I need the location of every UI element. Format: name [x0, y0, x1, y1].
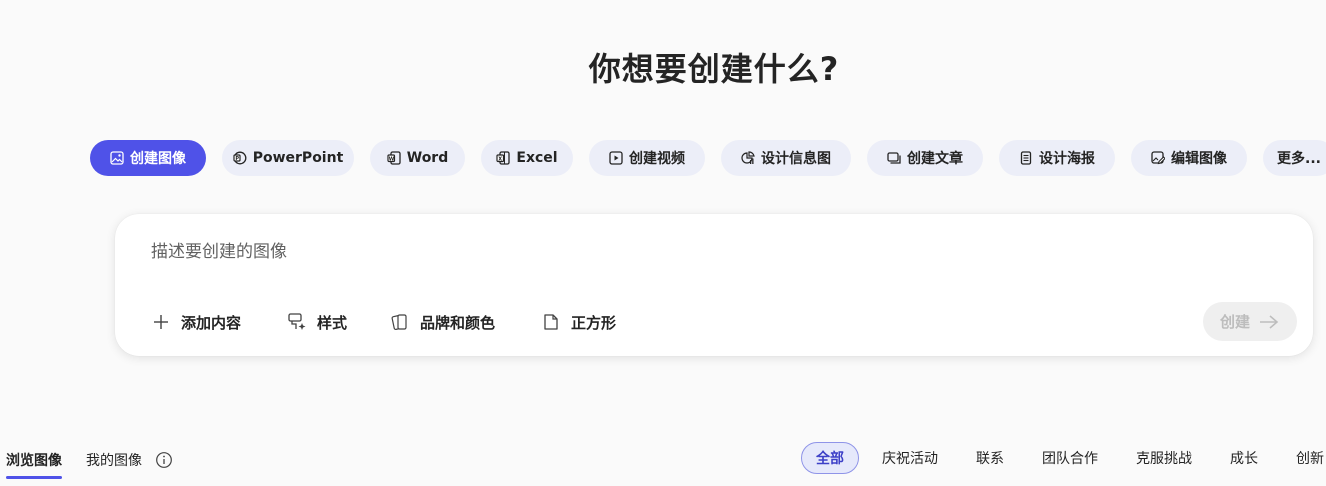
chip-create-image[interactable]: 创建图像 — [90, 140, 206, 176]
chip-label: 创建文章 — [907, 151, 963, 167]
excel-icon: X — [496, 151, 511, 165]
create-label: 创建 — [1219, 313, 1250, 331]
image-icon — [110, 151, 124, 165]
powerpoint-icon: P — [233, 151, 247, 165]
chip-design-poster[interactable]: 设计海报 — [999, 140, 1115, 176]
tool-label: 样式 — [317, 313, 348, 332]
chip-design-infographic[interactable]: 设计信息图 — [721, 140, 851, 176]
chip-excel[interactable]: X Excel — [481, 140, 573, 176]
filter-overcoming-challenges[interactable]: 克服挑战 — [1136, 442, 1192, 474]
create-button[interactable]: 创建 — [1203, 302, 1297, 341]
chip-create-video[interactable]: 创建视频 — [589, 140, 705, 176]
chip-label: 设计信息图 — [761, 151, 831, 167]
chip-label: PowerPoint — [252, 150, 344, 166]
category-filters: 全部 庆祝活动 联系 团队合作 克服挑战 成长 创新 — [0, 442, 1326, 474]
style-brush-icon — [287, 312, 307, 332]
filter-all[interactable]: 全部 — [801, 442, 859, 474]
style-button[interactable]: 样式 — [287, 310, 347, 334]
chip-label: Word — [406, 150, 449, 166]
chip-create-article[interactable]: 创建文章 — [867, 140, 983, 176]
tool-label: 品牌和颜色 — [420, 313, 496, 332]
chip-edit-image[interactable]: 编辑图像 — [1131, 140, 1247, 176]
word-icon: W — [387, 151, 401, 165]
svg-text:X: X — [499, 156, 503, 162]
article-icon — [887, 151, 901, 165]
poster-icon — [1019, 151, 1033, 165]
edit-image-icon — [1151, 151, 1165, 165]
filter-celebration[interactable]: 庆祝活动 — [882, 442, 938, 474]
chip-label: Excel — [516, 150, 558, 166]
filter-connection[interactable]: 联系 — [976, 442, 1004, 474]
add-content-button[interactable]: 添加内容 — [151, 310, 241, 334]
chip-word[interactable]: W Word — [370, 140, 465, 176]
infographic-icon — [741, 151, 755, 165]
tool-label: 正方形 — [571, 313, 617, 332]
chip-powerpoint[interactable]: P PowerPoint — [222, 140, 354, 176]
filter-growth[interactable]: 成长 — [1230, 442, 1258, 474]
chip-label: 设计海报 — [1039, 151, 1095, 167]
svg-text:W: W — [389, 156, 395, 162]
tool-label: 添加内容 — [181, 313, 242, 332]
active-tab-indicator — [6, 476, 62, 479]
prompt-composer: 添加内容 样式 品牌和颜色 正方形 创建 — [115, 214, 1313, 356]
filter-teamwork[interactable]: 团队合作 — [1042, 442, 1098, 474]
square-page-icon — [541, 312, 561, 332]
create-type-chips: 创建图像 P PowerPoint W Word X Excel 创建视频 设计… — [0, 140, 1326, 176]
plus-icon — [151, 312, 171, 332]
arrow-right-icon — [1258, 313, 1280, 331]
svg-text:P: P — [235, 156, 239, 162]
chip-label: 编辑图像 — [1171, 151, 1227, 167]
brand-colors-button[interactable]: 品牌和颜色 — [390, 310, 495, 334]
chip-more[interactable]: 更多... — [1263, 140, 1326, 176]
chip-label: 创建视频 — [629, 151, 685, 167]
page-title: 你想要创建什么? — [588, 50, 840, 88]
chip-label: 更多... — [1277, 151, 1321, 167]
video-icon — [609, 151, 623, 165]
aspect-ratio-button[interactable]: 正方形 — [541, 310, 616, 334]
filter-innovation[interactable]: 创新 — [1296, 442, 1324, 474]
prompt-input[interactable] — [151, 242, 1151, 262]
brand-cards-icon — [390, 312, 410, 332]
chip-label: 创建图像 — [130, 151, 186, 167]
